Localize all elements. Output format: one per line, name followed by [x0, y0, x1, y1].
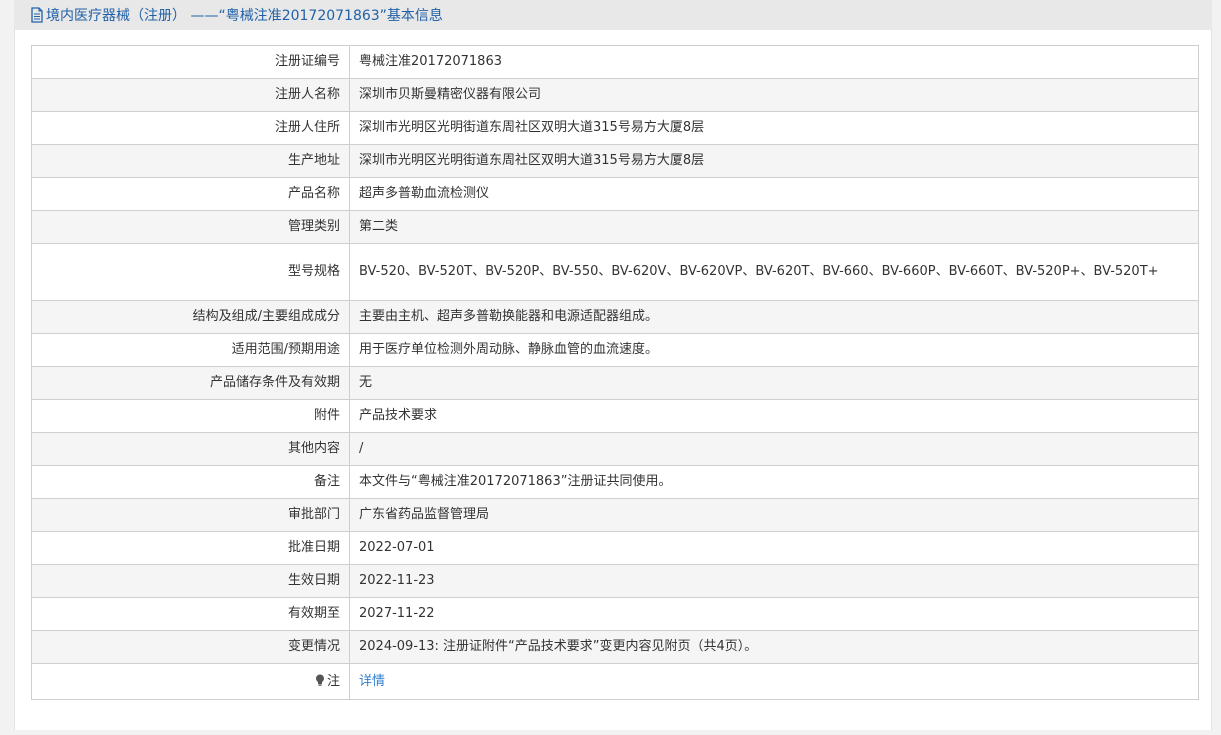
- table-row: 变更情况 2024-09-13: 注册证附件“产品技术要求”变更内容见附页（共4…: [31, 630, 1199, 664]
- row-label: 管理类别: [31, 210, 350, 244]
- lightbulb-icon: [315, 672, 325, 686]
- table-row: 型号规格 BV-520、BV-520T、BV-520P、BV-550、BV-62…: [31, 243, 1199, 301]
- row-label: 变更情况: [31, 630, 350, 664]
- row-label: 生产地址: [31, 144, 350, 178]
- table-row: 注册人名称 深圳市贝斯曼精密仪器有限公司: [31, 78, 1199, 112]
- row-label: 其他内容: [31, 432, 350, 466]
- row-label: 产品名称: [31, 177, 350, 211]
- row-value: 深圳市贝斯曼精密仪器有限公司: [349, 78, 1199, 112]
- note-row: 注 详情: [31, 663, 1199, 700]
- table-row: 附件 产品技术要求: [31, 399, 1199, 433]
- table-row: 备注 本文件与“粤械注准20172071863”注册证共同使用。: [31, 465, 1199, 499]
- page-header: 境内医疗器械（注册） ——“粤械注准20172071863”基本信息: [14, 0, 1212, 30]
- table-row: 适用范围/预期用途 用于医疗单位检测外周动脉、静脉血管的血流速度。: [31, 333, 1199, 367]
- row-label: 注册人住所: [31, 111, 350, 145]
- row-label: 产品储存条件及有效期: [31, 366, 350, 400]
- table-row: 注册人住所 深圳市光明区光明街道东周社区双明大道315号易方大厦8层: [31, 111, 1199, 145]
- row-label: 审批部门: [31, 498, 350, 532]
- table-row: 生效日期 2022-11-23: [31, 564, 1199, 598]
- row-label: 注册人名称: [31, 78, 350, 112]
- row-value: 2022-11-23: [349, 564, 1199, 598]
- row-value: 用于医疗单位检测外周动脉、静脉血管的血流速度。: [349, 333, 1199, 367]
- note-value: 详情: [349, 663, 1199, 700]
- note-label-cell: 注: [31, 663, 350, 700]
- row-value: 无: [349, 366, 1199, 400]
- row-value: 深圳市光明区光明街道东周社区双明大道315号易方大厦8层: [349, 111, 1199, 145]
- row-label: 备注: [31, 465, 350, 499]
- row-value: 产品技术要求: [349, 399, 1199, 433]
- table-row: 审批部门 广东省药品监督管理局: [31, 498, 1199, 532]
- table-row: 有效期至 2027-11-22: [31, 597, 1199, 631]
- table-row: 产品名称 超声多普勒血流检测仪: [31, 177, 1199, 211]
- table-row: 结构及组成/主要组成成分 主要由主机、超声多普勒换能器和电源适配器组成。: [31, 300, 1199, 334]
- row-value: 主要由主机、超声多普勒换能器和电源适配器组成。: [349, 300, 1199, 334]
- row-label: 附件: [31, 399, 350, 433]
- row-value: 广东省药品监督管理局: [349, 498, 1199, 532]
- table-row: 生产地址 深圳市光明区光明街道东周社区双明大道315号易方大厦8层: [31, 144, 1199, 178]
- detail-link[interactable]: 详情: [359, 674, 385, 689]
- row-label: 有效期至: [31, 597, 350, 631]
- note-label: 注: [326, 673, 340, 689]
- row-value: 粤械注准20172071863: [349, 45, 1199, 79]
- row-value: 2024-09-13: 注册证附件“产品技术要求”变更内容见附页（共4页）。: [349, 630, 1199, 664]
- table-row: 管理类别 第二类: [31, 210, 1199, 244]
- table-row: 注册证编号 粤械注准20172071863: [31, 45, 1199, 79]
- row-label: 结构及组成/主要组成成分: [31, 300, 350, 334]
- row-label: 型号规格: [31, 243, 350, 301]
- row-value: 2027-11-22: [349, 597, 1199, 631]
- row-value: BV-520、BV-520T、BV-520P、BV-550、BV-620V、BV…: [349, 243, 1199, 301]
- row-value: /: [349, 432, 1199, 466]
- info-panel: 注册证编号 粤械注准20172071863 注册人名称 深圳市贝斯曼精密仪器有限…: [14, 30, 1212, 730]
- row-value: 2022-07-01: [349, 531, 1199, 565]
- basic-info-table: 注册证编号 粤械注准20172071863 注册人名称 深圳市贝斯曼精密仪器有限…: [31, 45, 1199, 700]
- row-label: 生效日期: [31, 564, 350, 598]
- table-row: 批准日期 2022-07-01: [31, 531, 1199, 565]
- page-title: 境内医疗器械（注册） ——“粤械注准20172071863”基本信息: [46, 8, 443, 24]
- row-label: 适用范围/预期用途: [31, 333, 350, 367]
- row-label: 批准日期: [31, 531, 350, 565]
- table-row: 其他内容 /: [31, 432, 1199, 466]
- document-icon: [30, 7, 44, 23]
- row-value: 深圳市光明区光明街道东周社区双明大道315号易方大厦8层: [349, 144, 1199, 178]
- row-value: 超声多普勒血流检测仪: [349, 177, 1199, 211]
- row-label: 注册证编号: [31, 45, 350, 79]
- row-value: 第二类: [349, 210, 1199, 244]
- row-value: 本文件与“粤械注准20172071863”注册证共同使用。: [349, 465, 1199, 499]
- table-row: 产品储存条件及有效期 无: [31, 366, 1199, 400]
